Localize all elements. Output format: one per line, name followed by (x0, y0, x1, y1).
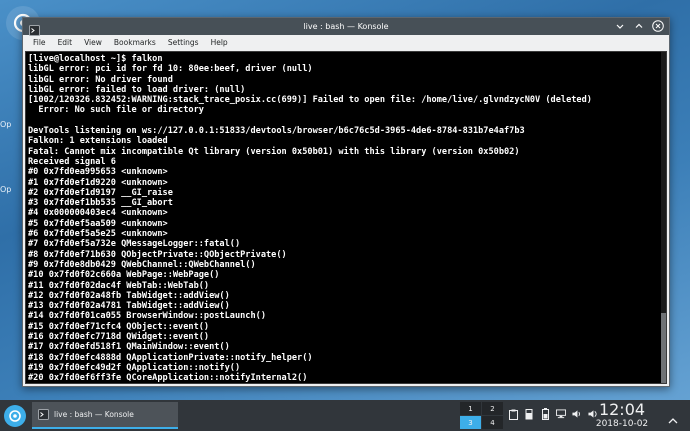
menu-settings[interactable]: Settings (162, 38, 205, 47)
terminal-line: Falkon: 1 extensions loaded (28, 136, 168, 147)
terminal-line: libGL error: pci id for fd 10: 80ee:beef… (28, 64, 313, 75)
kde-launcher-icon[interactable] (4, 404, 26, 427)
terminal-line: #3 0x7fd0ef1bb535 __GI_abort (28, 198, 173, 209)
terminal-line: #5 0x7fd0ef5aa509 <unknown> (28, 218, 168, 229)
terminal-line: #16 0x7fd0efc7718d QWidget::event() (28, 332, 210, 343)
terminal-line: #8 0x7fd0ef71b630 QObjectPrivate::QObjec… (28, 249, 287, 260)
menu-bookmarks[interactable]: Bookmarks (108, 38, 162, 47)
terminal-line: libGL error: failed to load driver: (nul… (28, 84, 246, 95)
terminal-line: #15 0x7fd0ef71cfc4 QObject::event() (28, 321, 210, 332)
konsole-icon (38, 405, 49, 424)
menu-bar: File Edit View Bookmarks Settings Help (23, 35, 669, 50)
terminal-line: #1 0x7fd0ef1d9220 <unknown> (28, 177, 168, 188)
pager-desktop-4[interactable]: 4 (482, 416, 503, 429)
pager-desktop-3[interactable]: 3 (460, 416, 481, 429)
terminal-line: #12 0x7fd0f02a48fb TabWidget::addView() (28, 290, 230, 301)
menu-file[interactable]: File (27, 38, 52, 47)
scrollbar-thumb[interactable] (661, 313, 666, 383)
pager-desktop-2[interactable]: 2 (482, 402, 503, 415)
terminal-line: [live@localhost ~]$ falkon (28, 54, 163, 64)
battery-icon[interactable] (540, 408, 550, 420)
menu-help[interactable]: Help (205, 38, 234, 47)
desktop-side-label: Op (0, 185, 12, 194)
terminal-line: #19 0x7fd0efc49d2f QApplication::notify(… (28, 362, 241, 373)
chevron-up-icon[interactable] (668, 410, 678, 429)
terminal-scrollbar[interactable] (661, 52, 666, 383)
clipboard-icon[interactable] (508, 408, 518, 420)
terminal-view[interactable]: [live@localhost ~]$ falkon libGL error: p… (25, 51, 667, 384)
terminal-line: #6 0x7fd0ef5a5e25 <unknown> (28, 229, 168, 240)
desktop-side-label: Op (0, 120, 12, 129)
window-titlebar[interactable]: live : bash — Konsole (23, 18, 669, 36)
terminal-line: #9 0x7fd0e8db0429 QWebChannel::QWebChann… (28, 259, 256, 270)
terminal-line: #18 0x7fd0efc4888d QApplicationPrivate::… (28, 352, 313, 363)
menu-edit[interactable]: Edit (52, 38, 79, 47)
terminal-line: [1002/120326.832452:WARNING:stack_trace_… (28, 95, 592, 106)
konsole-icon[interactable] (29, 21, 40, 36)
terminal-line: #20 0x7fd0ef6ff3fe QCoreApplication::not… (28, 373, 308, 384)
terminal-line: #10 0x7fd0f02c660a WebPage::WebPage() (28, 270, 220, 281)
terminal-line: #0 0x7fd0ea995653 <unknown> (28, 167, 168, 178)
terminal-line: #14 0x7fd0f01ca055 BrowserWindow::postLa… (28, 311, 266, 322)
volume-icon[interactable] (572, 408, 582, 420)
taskbar: live : bash — Konsole 1 2 3 4 12:04 2018… (0, 400, 690, 431)
clock-time: 12:04 (598, 400, 646, 419)
terminal-line: #4 0x000000403ec4 <unknown> (28, 208, 168, 219)
terminal-line: #17 0x7fd0efd518f1 QMainWindow::event() (28, 342, 230, 353)
system-tray (508, 408, 598, 420)
window-title: live : bash — Konsole (303, 22, 389, 31)
digital-clock[interactable]: 12:04 2018-10-02 (592, 400, 652, 430)
clock-date: 2018-10-02 (595, 419, 649, 429)
terminal-line: DevTools listening on ws://127.0.0.1:518… (28, 126, 525, 137)
usb-icon[interactable] (524, 408, 534, 420)
terminal-line: Error: No such file or directory (28, 105, 204, 116)
terminal-line: #2 0x7fd0ef1d9197 __GI_raise (28, 187, 173, 198)
terminal-line: #13 0x7fd0f02a4781 TabWidget::addView() (28, 301, 230, 312)
menu-view[interactable]: View (78, 38, 108, 47)
task-label: live : bash — Konsole (54, 410, 134, 419)
close-button[interactable] (652, 20, 664, 32)
terminal-line: libGL error: No driver found (28, 74, 173, 85)
virtual-desktop-pager: 1 2 3 4 (460, 402, 503, 429)
terminal-output: [live@localhost ~]$ falkon libGL error: p… (26, 52, 666, 384)
pager-desktop-1[interactable]: 1 (460, 402, 481, 415)
terminal-line: #11 0x7fd0f02dac4f WebTab::WebTab() (28, 280, 210, 291)
terminal-line: #7 0x7fd0ef5a732e QMessageLogger::fatal(… (28, 239, 241, 250)
maximize-button[interactable] (633, 20, 645, 32)
terminal-line: Fatal: Cannot mix incompatible Qt librar… (28, 146, 520, 157)
terminal-line: Received signal 6 (28, 156, 116, 167)
task-entry-konsole[interactable]: live : bash — Konsole (32, 402, 178, 429)
network-icon[interactable] (556, 408, 566, 420)
minimize-button[interactable] (614, 20, 626, 32)
konsole-window: live : bash — Konsole File Edit View Boo… (22, 17, 670, 387)
